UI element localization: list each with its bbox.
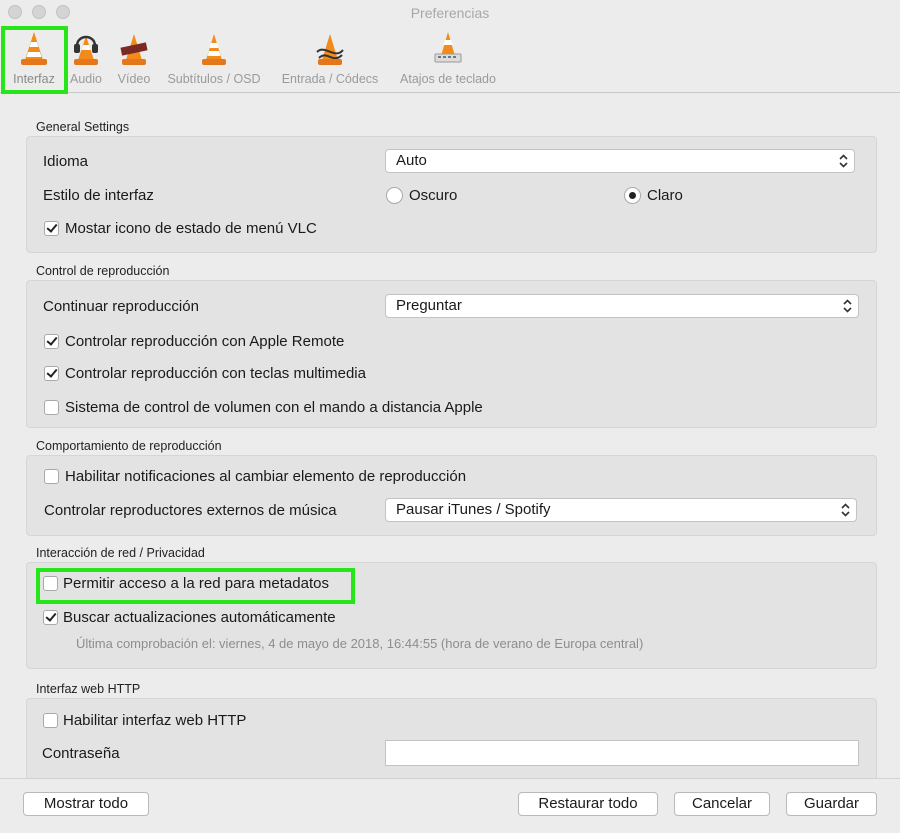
section-title: Interfaz web HTTP [36, 682, 141, 696]
tab-label: Entrada / Códecs [281, 72, 379, 86]
vlc-cone-icon [21, 32, 47, 65]
http-enable-checkbox[interactable] [43, 713, 58, 728]
http-enable-label: Habilitar interfaz web HTTP [63, 712, 247, 729]
external-players-label: Controlar reproductores externos de músi… [44, 502, 337, 519]
notifications-label: Habilitar notificaciones al cambiar elem… [65, 468, 467, 485]
password-field[interactable] [385, 740, 859, 766]
external-players-value: Pausar iTunes / Spotify [396, 501, 551, 518]
http-interface-group [26, 698, 877, 778]
style-light-radio[interactable] [624, 187, 641, 204]
tab-label: Interfaz [13, 72, 55, 86]
cancel-button[interactable]: Cancelar [674, 792, 770, 816]
title-bar: Preferencias [0, 0, 900, 26]
menu-icon-checkbox[interactable] [44, 221, 59, 236]
preferences-toolbar: Interfaz Audio Vídeo Subtítulos / OSD En… [0, 24, 900, 94]
language-select[interactable]: Auto [385, 149, 855, 173]
menu-icon-label: Mostar icono de estado de menú VLC [65, 220, 317, 237]
last-check-note: Última comprobación el: viernes, 4 de ma… [76, 636, 644, 651]
continue-playback-value: Preguntar [396, 297, 462, 314]
tab-keyboard-shortcuts[interactable]: Atajos de teclado [392, 26, 504, 90]
vlc-cone-keyboard-icon [434, 32, 462, 63]
media-keys-checkbox[interactable] [44, 366, 59, 381]
tab-interfaz[interactable]: Interfaz [4, 26, 64, 90]
style-dark-label: Oscuro [409, 187, 458, 204]
window-title: Preferencias [410, 5, 490, 21]
auto-updates-checkbox[interactable] [43, 610, 58, 625]
section-title: Interacción de red / Privacidad [36, 546, 205, 560]
tab-audio[interactable]: Audio [68, 26, 104, 90]
apple-remote-label: Controlar reproducción con Apple Remote [65, 333, 345, 350]
chevron-updown-icon [841, 503, 850, 517]
external-players-select[interactable]: Pausar iTunes / Spotify [385, 498, 857, 522]
section-title: Control de reproducción [36, 264, 170, 278]
apple-remote-checkbox[interactable] [44, 334, 59, 349]
tab-label: Vídeo [117, 72, 151, 86]
style-light-label: Claro [647, 187, 683, 204]
preferences-content: General Settings Idioma Auto Estilo de i… [0, 93, 900, 778]
vlc-cone-subtitles-icon [202, 34, 226, 65]
language-select-value: Auto [396, 152, 427, 169]
tab-label: Audio [70, 72, 102, 86]
language-label: Idioma [43, 153, 89, 170]
vlc-cone-cables-icon [316, 34, 344, 65]
tab-input-codecs[interactable]: Entrada / Códecs [274, 26, 386, 90]
volume-remote-label: Sistema de control de volumen con el man… [65, 399, 483, 416]
section-title: General Settings [36, 120, 130, 134]
tab-subtitles[interactable]: Subtítulos / OSD [160, 26, 268, 90]
save-button[interactable]: Guardar [786, 792, 877, 816]
tab-label: Atajos de teclado [400, 72, 496, 86]
tab-video[interactable]: Vídeo [112, 26, 156, 90]
interface-style-label: Estilo de interfaz [43, 187, 154, 204]
vlc-cone-film-icon [120, 34, 148, 65]
notifications-checkbox[interactable] [44, 469, 59, 484]
show-all-button[interactable]: Mostrar todo [23, 792, 149, 816]
vlc-cone-headphones-icon [74, 35, 98, 65]
metadata-network-checkbox[interactable] [43, 576, 58, 591]
tab-label: Subtítulos / OSD [167, 72, 261, 86]
chevron-updown-icon [843, 299, 852, 313]
chevron-updown-icon [839, 154, 848, 168]
password-label: Contraseña [42, 745, 120, 762]
auto-updates-label: Buscar actualizaciones automáticamente [63, 609, 336, 626]
continue-playback-select[interactable]: Preguntar [385, 294, 859, 318]
section-title: Comportamiento de reproducción [36, 439, 222, 453]
metadata-network-label: Permitir acceso a la red para metadatos [63, 575, 329, 592]
volume-remote-checkbox[interactable] [44, 400, 59, 415]
style-dark-radio[interactable] [386, 187, 403, 204]
continue-playback-label: Continuar reproducción [43, 298, 199, 315]
media-keys-label: Controlar reproducción con teclas multim… [65, 365, 366, 382]
footer-bar: Mostrar todo Restaurar todo Cancelar Gua… [0, 778, 900, 833]
restore-all-button[interactable]: Restaurar todo [518, 792, 658, 816]
